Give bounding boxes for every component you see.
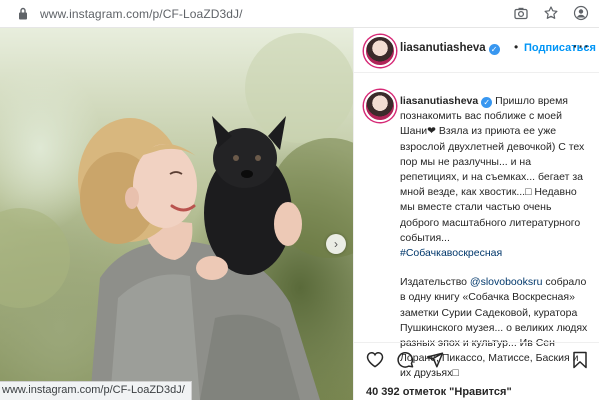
caption-paragraph-1: liasanutiasheva ✓ Пришло время познакомит…: [400, 94, 588, 261]
bookmark-icon[interactable]: [572, 351, 588, 374]
likes-count[interactable]: 40 392 отметок "Нравится": [366, 386, 512, 398]
header-username[interactable]: liasanutiasheva ✓: [400, 42, 500, 55]
caption-username[interactable]: liasanutiasheva: [400, 95, 478, 107]
browser-address-bar[interactable]: www.instagram.com/p/CF-LoaZD3dJ/: [0, 0, 599, 28]
mention-link[interactable]: @slovobooksru: [470, 276, 543, 288]
url-path: /p/CF-LoaZD3dJ/: [149, 7, 243, 21]
paper-plane-icon[interactable]: [426, 351, 444, 374]
hashtag-link[interactable]: #Собачкавоскресная: [400, 247, 502, 259]
caption-text: liasanutiasheva ✓ Пришло время познакомит…: [400, 94, 588, 378]
post-side-panel: liasanutiasheva ✓ • Подписаться ··· liasa…: [353, 28, 599, 400]
caption-verified-badge-icon: ✓: [481, 97, 493, 108]
post-header: liasanutiasheva ✓ • Подписаться ···: [354, 28, 599, 73]
lock-icon: [18, 7, 28, 25]
separator-dot: •: [514, 40, 519, 54]
caption-body-2-prefix: Издательство: [400, 276, 470, 289]
profile-icon[interactable]: [573, 5, 589, 21]
caption-avatar[interactable]: [364, 90, 396, 122]
star-icon[interactable]: [543, 5, 559, 21]
post-caption: liasanutiasheva ✓ Пришло время познакомит…: [354, 72, 599, 378]
more-options-button[interactable]: ···: [573, 38, 590, 54]
camera-icon[interactable]: [513, 5, 529, 21]
address-url[interactable]: www.instagram.com/p/CF-LoaZD3dJ/: [40, 7, 243, 21]
caption-body-1: Пришло время познакомить вас поближе с м…: [400, 95, 585, 244]
heart-icon[interactable]: [366, 351, 384, 373]
photo-illustration: [0, 33, 353, 400]
action-bar: [354, 342, 599, 373]
verified-badge-icon: ✓: [488, 44, 500, 55]
post-photo[interactable]: › www.instagram.com/p/CF-LoaZD3dJ/: [0, 28, 353, 400]
status-bar-url: www.instagram.com/p/CF-LoaZD3dJ/: [0, 381, 192, 400]
url-host: www.instagram.com: [40, 7, 150, 21]
next-image-button[interactable]: ›: [326, 234, 346, 254]
chevron-right-icon: ›: [334, 237, 338, 251]
avatar[interactable]: [364, 35, 396, 67]
header-username-text: liasanutiasheva: [400, 42, 486, 54]
comment-icon[interactable]: [396, 351, 414, 374]
